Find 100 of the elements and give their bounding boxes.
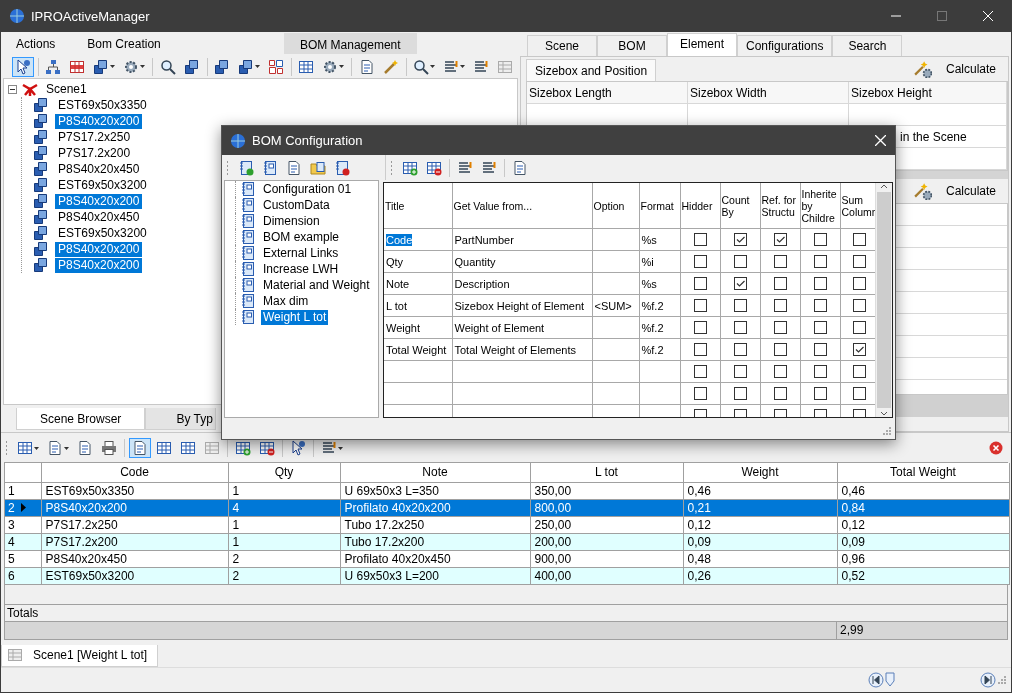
scrollbar[interactable] <box>875 183 892 417</box>
tab[interactable]: Search <box>832 35 903 56</box>
checkbox[interactable] <box>693 343 707 357</box>
table-row[interactable]: 5 P8S40x20x450 2 Profilato 40x20x450 900,00 0,48 0,96 <box>5 550 1009 568</box>
table-cell[interactable]: 350,00 <box>530 482 683 500</box>
table-cell[interactable]: 0,09 <box>837 533 1009 551</box>
tab[interactable]: BOM <box>597 35 667 56</box>
table-cell[interactable]: Weight of Element <box>452 316 592 339</box>
checkbox[interactable] <box>853 387 866 401</box>
ribbon-tab[interactable]: BOM Management <box>283 33 417 54</box>
tree-item[interactable]: CustomData <box>261 197 332 213</box>
checkbox[interactable] <box>733 365 747 379</box>
table-cell[interactable] <box>592 272 639 295</box>
table-cell[interactable]: 200,00 <box>530 533 683 551</box>
table-cell[interactable]: Description <box>452 272 592 295</box>
tree-item[interactable]: Max dim <box>261 293 311 309</box>
checkbox[interactable] <box>813 255 827 269</box>
checkbox[interactable] <box>773 387 787 401</box>
table-cell[interactable]: <SUM> <box>592 294 639 317</box>
table-row[interactable]: 3 P7S17.2x250 1 Tubo 17.2x250 250,00 0,12 0,12 <box>5 516 1009 534</box>
table-cell[interactable]: 1 <box>228 482 340 500</box>
table-cell[interactable]: EST69x50x3350 <box>41 482 228 500</box>
checkbox[interactable] <box>813 321 827 335</box>
table-cell[interactable]: 0,12 <box>683 516 837 534</box>
tree-item[interactable]: External Links <box>261 245 341 261</box>
table-cell[interactable]: 0,46 <box>837 482 1009 500</box>
checkbox[interactable] <box>693 277 707 291</box>
table-cell[interactable]: 2 <box>228 550 340 568</box>
table-cell[interactable]: P8S40x20x450 <box>41 550 228 568</box>
tree-item[interactable]: EST69x50x3200 <box>55 225 150 241</box>
table-cell[interactable]: P7S17.2x250 <box>41 516 228 534</box>
table-cell[interactable]: Note <box>384 272 452 295</box>
tree-item[interactable]: P8S40x20x200 <box>55 257 143 273</box>
table-cell[interactable]: Total Weight of Elements <box>452 338 592 361</box>
checkbox[interactable] <box>813 233 827 247</box>
checkbox[interactable] <box>853 255 866 269</box>
table-cell[interactable]: Tubo 17.2x250 <box>340 516 530 534</box>
checkbox[interactable] <box>813 277 827 291</box>
table-cell[interactable]: %f.2 <box>639 294 680 317</box>
table-cell[interactable]: 0,21 <box>683 499 837 517</box>
table-cell[interactable] <box>592 250 639 273</box>
tree-item[interactable]: P8S40x20x200 <box>55 193 143 209</box>
table-cell[interactable]: U 69x50x3 L=200 <box>340 567 530 585</box>
table-cell[interactable]: 250,00 <box>530 516 683 534</box>
table-cell[interactable]: 400,00 <box>530 567 683 585</box>
table-cell[interactable] <box>592 316 639 339</box>
calculate-button[interactable]: Calculate <box>905 58 1004 80</box>
table-cell[interactable]: Qty <box>384 250 452 273</box>
tree-item[interactable]: EST69x50x3200 <box>55 177 150 193</box>
table-cell[interactable]: 0,12 <box>837 516 1009 534</box>
table-cell[interactable]: 2 <box>228 567 340 585</box>
tab[interactable]: Scene Browser <box>16 408 146 430</box>
table-cell[interactable]: %s <box>639 272 680 295</box>
table-cell[interactable]: P8S40x20x200 <box>41 499 228 517</box>
table-cell[interactable]: U 69x50x3 L=350 <box>340 482 530 500</box>
table-cell[interactable]: 0,84 <box>837 499 1009 517</box>
navigation-button[interactable] <box>868 672 884 688</box>
checkbox[interactable] <box>853 365 866 379</box>
checkbox[interactable] <box>733 277 747 291</box>
table-cell[interactable] <box>384 360 452 383</box>
tab[interactable]: Configurations <box>737 35 833 56</box>
tab[interactable]: By Typ <box>145 408 216 430</box>
collapse-icon[interactable] <box>8 84 17 94</box>
tab[interactable]: Element <box>667 33 737 56</box>
calculate-button[interactable]: Calculate <box>905 180 1004 202</box>
checkbox[interactable] <box>693 255 707 269</box>
resize-grip-icon[interactable] <box>997 675 1007 685</box>
table-cell[interactable]: 0,46 <box>683 482 837 500</box>
table-cell[interactable]: 800,00 <box>530 499 683 517</box>
table-cell[interactable]: P7S17.2x200 <box>41 533 228 551</box>
tree-item[interactable]: Weight L tot <box>261 309 329 325</box>
table-cell[interactable] <box>452 382 592 405</box>
table-cell[interactable]: 1 <box>228 533 340 551</box>
table-cell[interactable]: 0,48 <box>683 550 837 568</box>
checkbox[interactable] <box>733 299 747 313</box>
checkbox[interactable] <box>693 299 707 313</box>
tree-item[interactable]: Material and Weight <box>261 277 372 293</box>
table-cell[interactable] <box>452 360 592 383</box>
tree-item[interactable]: P8S40x20x200 <box>55 241 143 257</box>
checkbox[interactable] <box>773 343 787 357</box>
menu-item[interactable]: Bom Creation <box>71 36 177 51</box>
checkbox[interactable] <box>813 343 827 357</box>
checkbox[interactable] <box>733 233 747 247</box>
table-row[interactable]: 1 EST69x50x3350 1 U 69x50x3 L=350 350,00 0,46 0,46 <box>5 482 1009 500</box>
toolbar-button[interactable] <box>12 56 34 77</box>
tree-item[interactable]: P8S40x20x200 <box>55 113 143 129</box>
checkbox[interactable] <box>853 343 866 357</box>
checkbox[interactable] <box>693 365 707 379</box>
tree-item[interactable]: P7S17.2x250 <box>55 129 134 145</box>
table-cell[interactable]: 900,00 <box>530 550 683 568</box>
table-cell[interactable]: 0,09 <box>683 533 837 551</box>
close-button[interactable] <box>989 441 1003 456</box>
tree-item[interactable]: EST69x50x3350 <box>55 97 150 113</box>
table-cell[interactable]: 1 <box>228 516 340 534</box>
table-cell[interactable]: EST69x50x3200 <box>41 567 228 585</box>
checkbox[interactable] <box>773 277 787 291</box>
menu-item[interactable]: Actions <box>1 36 72 51</box>
checkbox[interactable] <box>813 387 827 401</box>
table-cell[interactable] <box>639 360 680 383</box>
tree-item[interactable]: Scene1 <box>43 81 90 97</box>
